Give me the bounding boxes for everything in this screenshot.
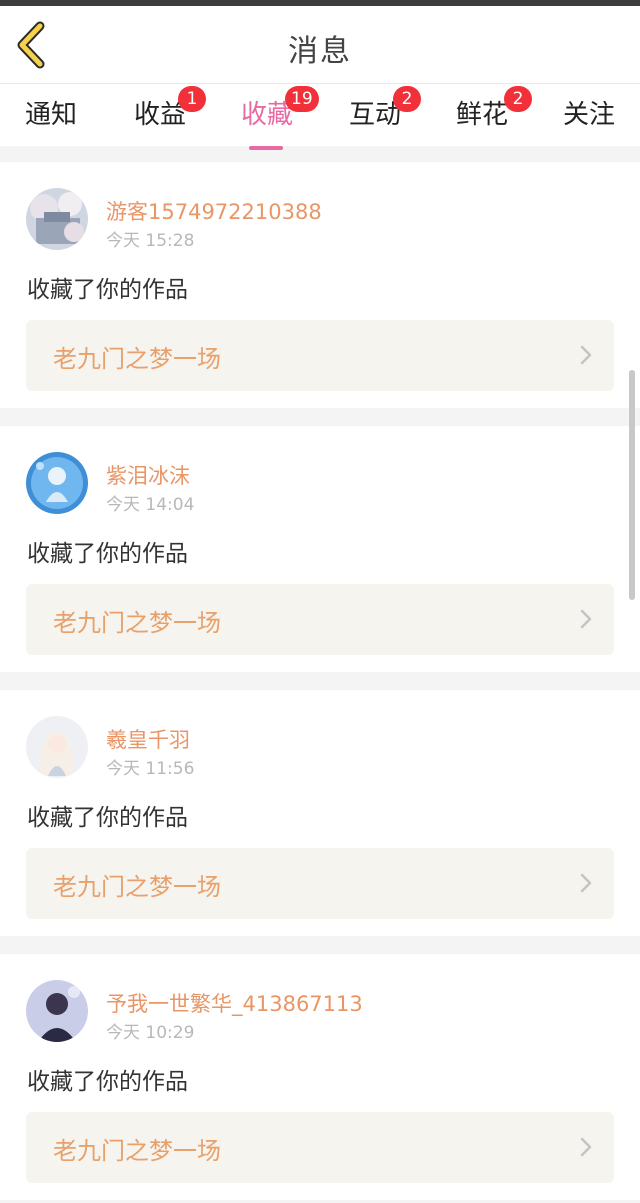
active-tab-indicator	[249, 146, 283, 150]
timestamp: 今天 10:29	[106, 1023, 195, 1043]
action-text: 收藏了你的作品	[27, 1069, 188, 1095]
avatar[interactable]	[26, 452, 88, 514]
tab-interaction[interactable]: 互动 2	[349, 86, 421, 144]
username[interactable]: 游客1574972210388	[106, 196, 322, 226]
tab-badge: 19	[285, 86, 319, 112]
action-text: 收藏了你的作品	[27, 541, 188, 567]
tab-bar: 通知 收益 1 收藏 19 互动 2 鲜花 2 关注	[0, 84, 640, 150]
action-text: 收藏了你的作品	[27, 277, 188, 303]
header: 消息	[0, 6, 640, 84]
tab-label: 鲜花	[456, 100, 509, 130]
scrollbar[interactable]	[629, 370, 635, 600]
timestamp: 今天 14:04	[106, 495, 195, 515]
work-title: 老九门之梦一场	[53, 345, 221, 373]
work-title: 老九门之梦一场	[53, 1137, 221, 1165]
avatar[interactable]	[26, 980, 88, 1042]
tab-label: 通知	[25, 100, 78, 130]
tab-badge: 2	[393, 86, 421, 112]
work-link[interactable]: 老九门之梦一场	[26, 1112, 614, 1183]
username[interactable]: 予我一世繁华_413867113	[106, 988, 363, 1018]
timestamp: 今天 11:56	[106, 759, 195, 779]
username[interactable]: 羲皇千羽	[106, 724, 190, 754]
message-card: 羲皇千羽 今天 11:56 收藏了你的作品 老九门之梦一场	[0, 690, 640, 936]
tab-favorites[interactable]: 收藏 19	[241, 86, 319, 150]
chevron-right-icon	[580, 345, 592, 365]
chevron-right-icon	[580, 873, 592, 893]
action-text: 收藏了你的作品	[27, 805, 188, 831]
work-link[interactable]: 老九门之梦一场	[26, 320, 614, 391]
message-card: 游客1574972210388 今天 15:28 收藏了你的作品 老九门之梦一场	[0, 162, 640, 408]
work-link[interactable]: 老九门之梦一场	[26, 848, 614, 919]
tab-label: 关注	[563, 100, 616, 130]
avatar[interactable]	[26, 188, 88, 250]
chevron-right-icon	[580, 609, 592, 629]
avatar[interactable]	[26, 716, 88, 778]
message-card: 予我一世繁华_413867113 今天 10:29 收藏了你的作品 老九门之梦一…	[0, 954, 640, 1200]
tab-following[interactable]: 关注	[563, 94, 615, 144]
tab-earnings[interactable]: 收益 1	[134, 86, 206, 144]
tab-flowers[interactable]: 鲜花 2	[456, 86, 532, 144]
tab-badge: 2	[504, 86, 532, 112]
work-title: 老九门之梦一场	[53, 873, 221, 901]
tab-badge: 1	[178, 86, 206, 112]
username[interactable]: 紫泪冰沫	[106, 460, 190, 490]
chevron-right-icon	[580, 1137, 592, 1157]
tab-notice[interactable]: 通知	[25, 94, 77, 144]
message-card: 紫泪冰沫 今天 14:04 收藏了你的作品 老九门之梦一场	[0, 426, 640, 672]
timestamp: 今天 15:28	[106, 231, 195, 251]
work-title: 老九门之梦一场	[53, 609, 221, 637]
page-title: 消息	[288, 34, 352, 69]
work-link[interactable]: 老九门之梦一场	[26, 584, 614, 655]
